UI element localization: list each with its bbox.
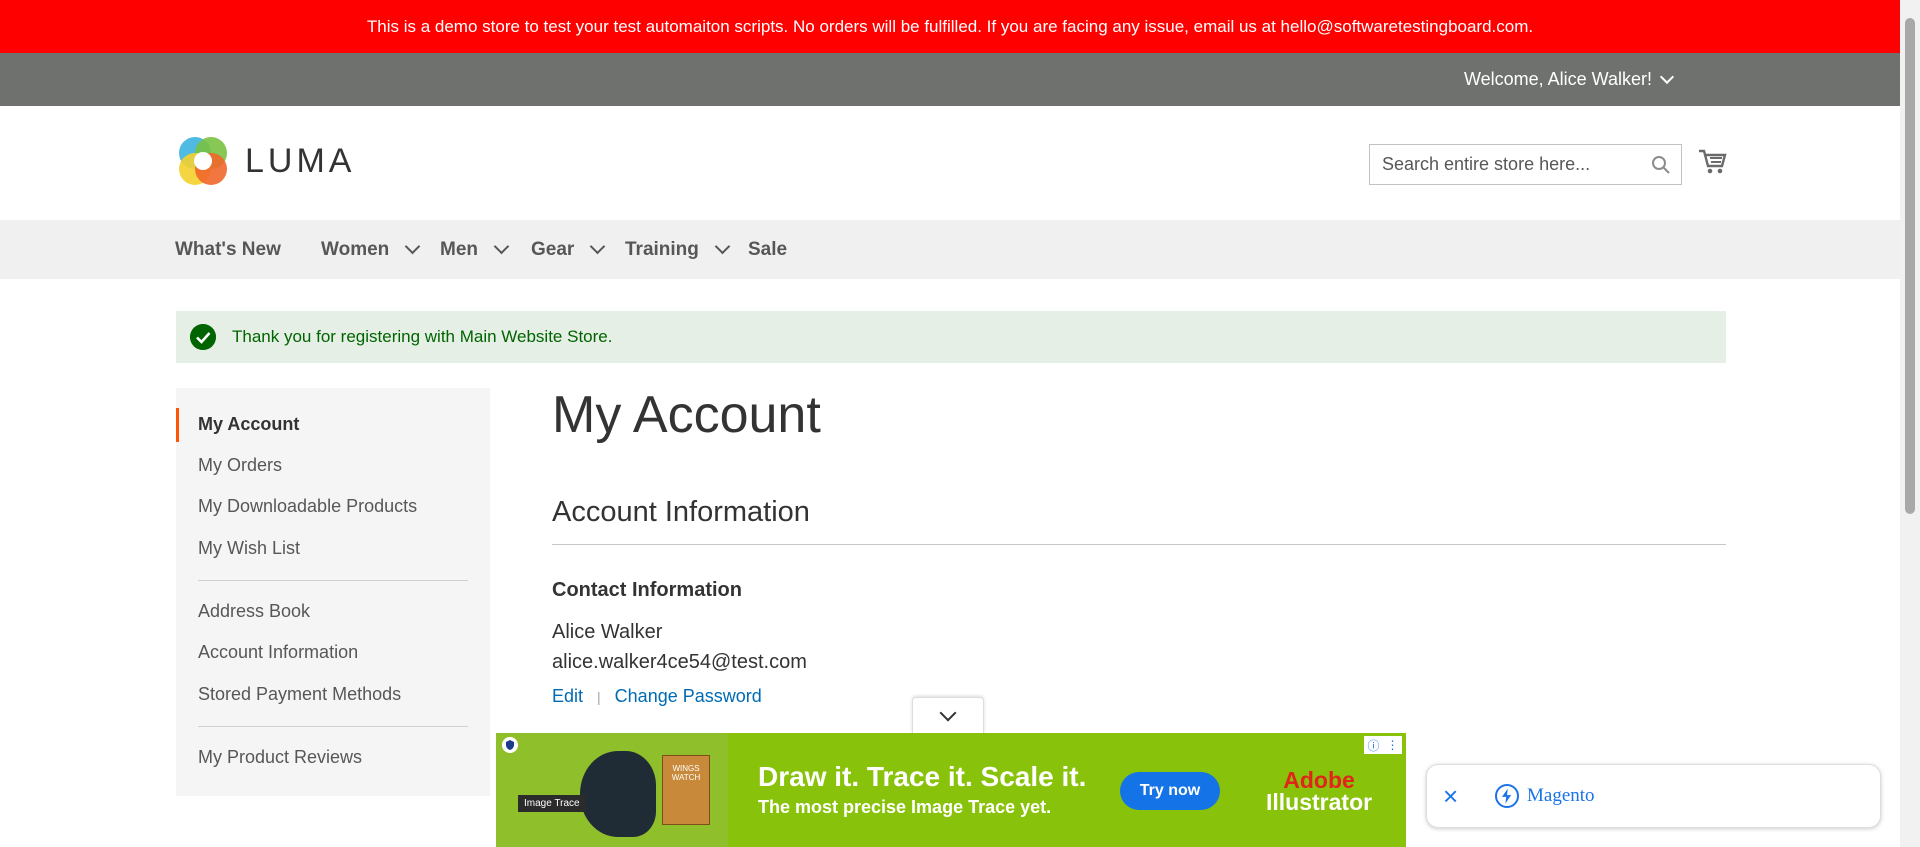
demo-notice-bar: This is a demo store to test your test a… [0, 0, 1900, 53]
sidebar-divider [198, 726, 468, 727]
sidebar-item-my-orders[interactable]: My Orders [198, 455, 282, 476]
nav-item-women[interactable]: Women [321, 220, 421, 279]
sidebar-item-stored-payment-methods[interactable]: Stored Payment Methods [198, 684, 401, 705]
customer-email: alice.walker4ce54@test.com [552, 651, 807, 673]
ad-brand-line2: Illustrator [1266, 789, 1373, 815]
customer-menu-toggle[interactable]: Welcome, Alice Walker! [1463, 53, 1675, 106]
more-options-icon[interactable]: ⋮ [1386, 738, 1398, 752]
panel-header: Welcome, Alice Walker! [0, 53, 1900, 106]
page-scrollbar[interactable] [1900, 0, 1920, 847]
book-illustration: WINGS WATCH [662, 755, 710, 825]
luma-logo-icon [179, 137, 227, 185]
nav-item-sale[interactable]: Sale [748, 220, 787, 279]
search-placeholder: Search entire store here... [1382, 154, 1591, 174]
bolt-icon [1495, 784, 1519, 808]
sidebar-item-wish-list[interactable]: My Wish List [198, 538, 300, 559]
chevron-down-icon [939, 704, 957, 722]
search-input[interactable]: Search entire store here... [1369, 144, 1682, 185]
sidebar-item-address-book[interactable]: Address Book [198, 601, 310, 622]
ad-banner[interactable]: WINGS WATCH Image Trace Draw it. Trace i… [496, 733, 1406, 847]
chevron-down-icon [493, 238, 510, 255]
nav-item-label: Men [440, 238, 478, 260]
nav-item-label: Training [625, 238, 699, 260]
ad-brand-line1: Adobe [1283, 767, 1355, 793]
demo-notice-text: This is a demo store to test your test a… [366, 16, 1534, 36]
sidebar-item-product-reviews[interactable]: My Product Reviews [198, 747, 362, 768]
checkmark-icon [190, 324, 216, 350]
page-header: LUMA Search entire store here... [0, 106, 1900, 220]
success-message: Thank you for registering with Main Webs… [176, 311, 1726, 363]
book-title: WINGS WATCH [671, 764, 701, 782]
account-information-title: Account Information [552, 496, 810, 528]
active-item-indicator [176, 408, 179, 442]
bird-illustration [580, 751, 656, 837]
nav-item-label: Sale [748, 238, 788, 260]
ad-headline: Draw it. Trace it. Scale it. [758, 761, 1087, 792]
change-password-link[interactable]: Change Password [615, 686, 762, 707]
sidebar-item-my-account[interactable]: My Account [198, 414, 299, 435]
cart-icon[interactable] [1697, 146, 1727, 176]
ad-cta-button[interactable]: Try now [1120, 772, 1220, 810]
edit-link[interactable]: Edit [552, 686, 583, 707]
nav-item-label: Gear [531, 238, 575, 260]
contact-information-title: Contact Information [552, 579, 742, 601]
chevron-down-icon [404, 238, 421, 255]
nav-item-gear[interactable]: Gear [531, 220, 606, 279]
nav-item-label: What's New [175, 238, 281, 260]
chevron-down-icon [1659, 69, 1675, 84]
welcome-text: Welcome, Alice Walker! [1463, 69, 1652, 89]
nav-item-whats-new[interactable]: What's New [175, 220, 281, 279]
logo-link[interactable]: LUMA [175, 133, 355, 189]
nav-item-men[interactable]: Men [440, 220, 510, 279]
sidebar-divider [198, 580, 468, 581]
ad-image: WINGS WATCH Image Trace [496, 733, 728, 847]
action-separator: | [597, 688, 601, 705]
scrollbar-thumb[interactable] [1905, 18, 1915, 514]
ad-info-controls[interactable]: ⓘ ⋮ [1364, 736, 1402, 754]
logo-text: LUMA [245, 141, 356, 180]
sidebar-item-account-information[interactable]: Account Information [198, 642, 358, 663]
toast-label[interactable]: Magento [1527, 785, 1595, 807]
search-icon[interactable] [1651, 155, 1671, 175]
image-trace-tag: Image Trace [518, 795, 586, 812]
main-navigation: What's New Women Men Gear Training Sale [0, 220, 1900, 279]
page-title: My Account [552, 386, 821, 444]
ad-privacy-icon[interactable] [502, 737, 518, 753]
chevron-down-icon [714, 238, 731, 255]
ad-subline: The most precise Image Trace yet. [758, 797, 1052, 817]
sidebar-item-downloadable-products[interactable]: My Downloadable Products [198, 496, 417, 517]
info-icon[interactable]: ⓘ [1367, 737, 1379, 754]
section-divider [552, 544, 1726, 545]
close-icon[interactable]: × [1443, 783, 1465, 809]
magento-toast: × Magento [1426, 764, 1881, 828]
ad-collapse-button[interactable] [912, 697, 984, 733]
ad-brand: Adobe Illustrator [1266, 767, 1373, 815]
nav-item-label: Women [321, 238, 390, 260]
contact-actions: Edit | Change Password [552, 686, 762, 707]
chevron-down-icon [590, 238, 606, 255]
customer-name: Alice Walker [552, 621, 663, 643]
account-sidebar: My Account My Orders My Downloadable Pro… [176, 388, 490, 796]
nav-item-training[interactable]: Training [625, 220, 731, 279]
success-message-text: Thank you for registering with Main Webs… [232, 327, 613, 346]
